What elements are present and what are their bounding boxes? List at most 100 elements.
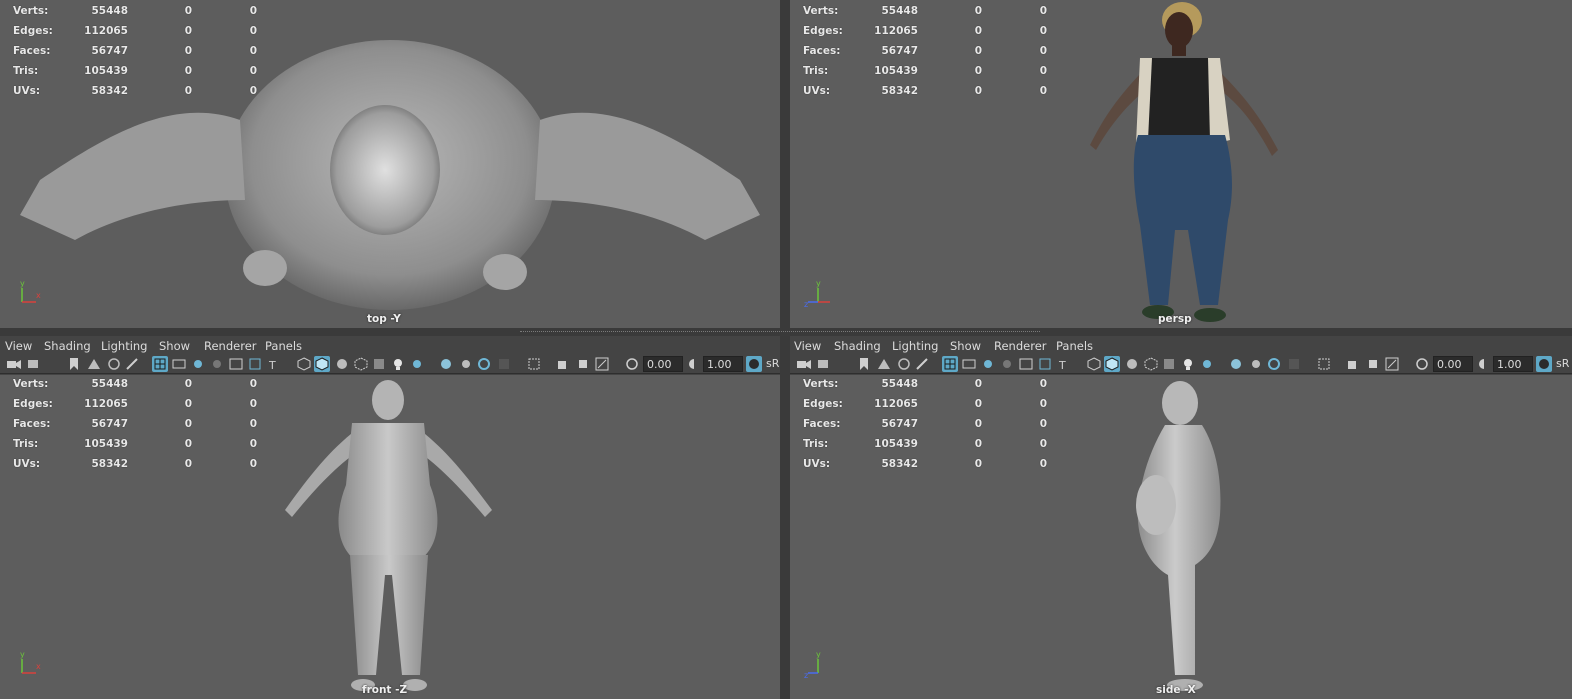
stat-edges: Edges: 112065 0 0 — [13, 398, 257, 410]
gate-mask-icon[interactable] — [999, 356, 1015, 372]
wireframe-icon[interactable] — [296, 356, 312, 372]
xray-joints-icon[interactable] — [555, 356, 571, 372]
xray-active-icon[interactable] — [575, 356, 591, 372]
exposure-icon[interactable] — [1414, 356, 1430, 372]
image-plane-icon[interactable] — [876, 356, 892, 372]
menu-view[interactable]: View — [5, 339, 32, 353]
isolate-select-icon[interactable] — [1316, 356, 1332, 372]
anti-alias-icon[interactable] — [1266, 356, 1282, 372]
textured-icon[interactable] — [1161, 356, 1177, 372]
wireframe-icon[interactable] — [1086, 356, 1102, 372]
shadows-icon[interactable] — [409, 356, 425, 372]
gamma-field[interactable] — [1493, 356, 1533, 372]
camera-icon[interactable] — [796, 356, 812, 372]
svg-text:y: y — [20, 280, 25, 288]
bookmark-icon[interactable] — [66, 356, 82, 372]
ambient-occlusion-icon[interactable] — [438, 356, 454, 372]
camera-attr-icon[interactable] — [816, 356, 832, 372]
camera-icon[interactable] — [6, 356, 22, 372]
exposure-field[interactable] — [643, 356, 683, 372]
smooth-shade-icon[interactable] — [314, 356, 330, 372]
shadows-icon[interactable] — [1199, 356, 1215, 372]
ambient-occlusion-icon[interactable] — [1228, 356, 1244, 372]
xray-active-icon[interactable] — [1365, 356, 1381, 372]
menu-panels[interactable]: Panels — [1056, 339, 1093, 353]
isolate-select-icon[interactable] — [526, 356, 542, 372]
image-plane-icon[interactable] — [86, 356, 102, 372]
resolution-gate-icon[interactable] — [190, 356, 206, 372]
default-material-icon[interactable] — [1124, 356, 1140, 372]
light-icon[interactable] — [390, 356, 406, 372]
2d-pan-zoom-icon[interactable] — [106, 356, 122, 372]
default-material-icon[interactable] — [334, 356, 350, 372]
splitter-grip — [520, 331, 1040, 332]
viewport-front[interactable]: Verts: 55448 0 0 Edges: 112065 0 0 Faces: 56747… — [0, 375, 780, 699]
xray-icon[interactable] — [1143, 356, 1159, 372]
vertical-splitter[interactable] — [780, 0, 790, 699]
safe-action-icon[interactable] — [247, 356, 263, 372]
viewport-persp[interactable]: Verts: 55448 0 0 Edges: 112065 0 0 Faces: 56747… — [790, 0, 1572, 328]
horizontal-splitter[interactable] — [0, 328, 1572, 336]
light-icon[interactable] — [1180, 356, 1196, 372]
colorspace-icon[interactable] — [1536, 356, 1552, 372]
film-gate-icon[interactable] — [961, 356, 977, 372]
menu-renderer[interactable]: Renderer — [994, 339, 1047, 353]
stat-uvs: UVs: 58342 0 0 — [803, 85, 1047, 97]
textured-icon[interactable] — [371, 356, 387, 372]
menu-lighting[interactable]: Lighting — [892, 339, 938, 353]
stat-verts: Verts: 55448 0 0 — [13, 378, 257, 390]
camera-attr-icon[interactable] — [26, 356, 42, 372]
motion-blur-icon[interactable] — [1247, 356, 1263, 372]
depth-of-field-icon[interactable] — [496, 356, 512, 372]
anti-alias-icon[interactable] — [476, 356, 492, 372]
grease-pencil-icon[interactable] — [124, 356, 140, 372]
viewport-side[interactable]: Verts: 55448 0 0 Edges: 112065 0 0 Faces: 56747… — [790, 375, 1572, 699]
gamma-icon[interactable] — [1476, 356, 1492, 372]
field-chart-icon[interactable] — [1018, 356, 1034, 372]
exposure-icon[interactable] — [624, 356, 640, 372]
camera-label: persp — [1158, 313, 1192, 325]
stat-tris: Tris: 105439 0 0 — [13, 438, 257, 450]
grid-icon[interactable] — [942, 356, 958, 372]
stat-faces: Faces: 56747 0 0 — [803, 418, 1047, 430]
color-space-label[interactable]: sR — [766, 357, 779, 370]
safe-title-icon[interactable]: T — [1056, 356, 1072, 372]
xray-joints-icon[interactable] — [1345, 356, 1361, 372]
safe-action-icon[interactable] — [1037, 356, 1053, 372]
grid-icon[interactable] — [152, 356, 168, 372]
smooth-shade-icon[interactable] — [1104, 356, 1120, 372]
gamma-field[interactable] — [703, 356, 743, 372]
menu-shading[interactable]: Shading — [44, 339, 91, 353]
film-gate-icon[interactable] — [171, 356, 187, 372]
depth-of-field-icon[interactable] — [1286, 356, 1302, 372]
viewport-top[interactable]: Verts: 55448 0 0 Edges: 112065 0 0 Faces: 56747… — [0, 0, 780, 328]
axis-gizmo-icon: y x — [20, 651, 41, 674]
maya-four-view-layout: Verts: 55448 0 0 Edges: 112065 0 0 Faces: 56747… — [0, 0, 1572, 699]
grease-pencil-icon[interactable] — [914, 356, 930, 372]
menu-lighting[interactable]: Lighting — [101, 339, 147, 353]
color-space-label[interactable]: sR — [1556, 357, 1569, 370]
viewport-maximize-icon[interactable] — [594, 356, 610, 372]
exposure-field[interactable] — [1433, 356, 1473, 372]
field-chart-icon[interactable] — [228, 356, 244, 372]
menu-shading[interactable]: Shading — [834, 339, 881, 353]
safe-title-icon[interactable]: T — [266, 356, 282, 372]
svg-text:z: z — [804, 671, 808, 680]
menu-view[interactable]: View — [794, 339, 821, 353]
bookmark-icon[interactable] — [856, 356, 872, 372]
menu-show[interactable]: Show — [950, 339, 981, 353]
2d-pan-zoom-icon[interactable] — [896, 356, 912, 372]
colorspace-icon[interactable] — [746, 356, 762, 372]
menu-show[interactable]: Show — [159, 339, 190, 353]
menu-panels[interactable]: Panels — [265, 339, 302, 353]
resolution-gate-icon[interactable] — [980, 356, 996, 372]
panel-toolbar-side: T sR — [790, 354, 1572, 374]
svg-text:y: y — [816, 280, 821, 288]
menu-renderer[interactable]: Renderer — [204, 339, 257, 353]
viewport-maximize-icon[interactable] — [1384, 356, 1400, 372]
stat-uvs: UVs: 58342 0 0 — [13, 85, 257, 97]
gamma-icon[interactable] — [686, 356, 702, 372]
xray-icon[interactable] — [353, 356, 369, 372]
gate-mask-icon[interactable] — [209, 356, 225, 372]
motion-blur-icon[interactable] — [457, 356, 473, 372]
